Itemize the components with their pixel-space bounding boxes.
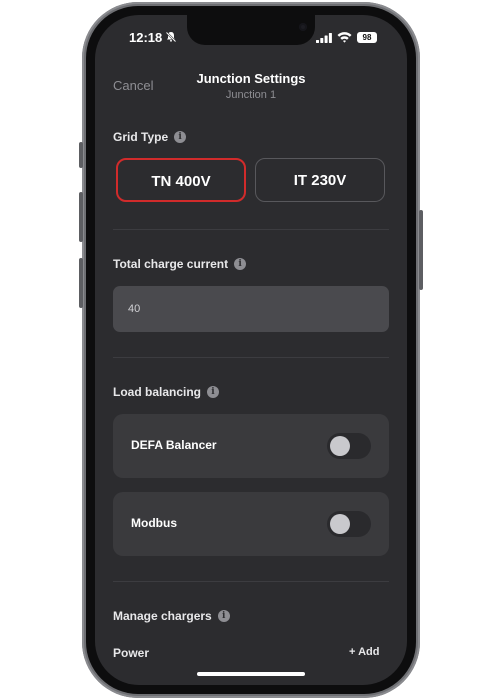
info-icon[interactable]: i	[217, 610, 230, 622]
battery-indicator: 98	[357, 32, 377, 43]
grid-type-section: Grid Type i	[113, 130, 187, 144]
signal-icon	[316, 33, 332, 43]
total-charge-current-input[interactable]: 40	[113, 286, 389, 332]
wifi-icon	[337, 32, 352, 43]
volume-up-button	[79, 192, 83, 242]
power-button	[419, 210, 423, 290]
divider	[113, 581, 389, 582]
info-icon[interactable]: i	[207, 386, 220, 398]
power-label: Power	[113, 646, 150, 660]
action-button	[79, 142, 83, 168]
divider	[113, 229, 389, 230]
volume-down-button	[79, 258, 83, 308]
manage-chargers-section: Manage chargers i	[113, 609, 230, 623]
notch	[187, 15, 315, 45]
load-balancing-label: Load balancing	[113, 385, 202, 399]
defa-balancer-row: DEFA Balancer	[113, 414, 389, 478]
defa-balancer-toggle[interactable]	[327, 433, 371, 459]
info-icon[interactable]: i	[174, 131, 187, 143]
bell-off-icon	[165, 31, 177, 43]
manage-chargers-label: Manage chargers	[113, 609, 212, 623]
modbus-label: Modbus	[131, 516, 177, 530]
add-charger-button[interactable]: + Add	[349, 646, 379, 658]
total-charge-current-section: Total charge current i	[113, 257, 247, 271]
divider	[113, 357, 389, 358]
defa-balancer-label: DEFA Balancer	[131, 438, 217, 452]
modbus-toggle[interactable]	[327, 511, 371, 537]
grid-type-label: Grid Type	[113, 130, 169, 144]
toggle-knob	[330, 514, 350, 534]
load-balancing-section: Load balancing i	[113, 385, 220, 399]
status-time: 12:18	[129, 30, 163, 45]
page-subtitle: Junction 1	[225, 89, 277, 101]
home-indicator[interactable]	[197, 672, 305, 676]
toggle-knob	[330, 436, 350, 456]
page-title: Junction Settings	[196, 71, 306, 86]
camera-icon	[299, 23, 307, 31]
app-screen: 12:18 98 Cancel Junction Settings Juncti…	[95, 15, 407, 685]
grid-option-it-230v[interactable]: IT 230V	[255, 158, 385, 202]
modbus-row: Modbus	[113, 492, 389, 556]
total-charge-current-label: Total charge current	[113, 257, 229, 271]
info-icon[interactable]: i	[234, 258, 247, 270]
grid-option-tn-400v[interactable]: TN 400V	[116, 158, 246, 202]
